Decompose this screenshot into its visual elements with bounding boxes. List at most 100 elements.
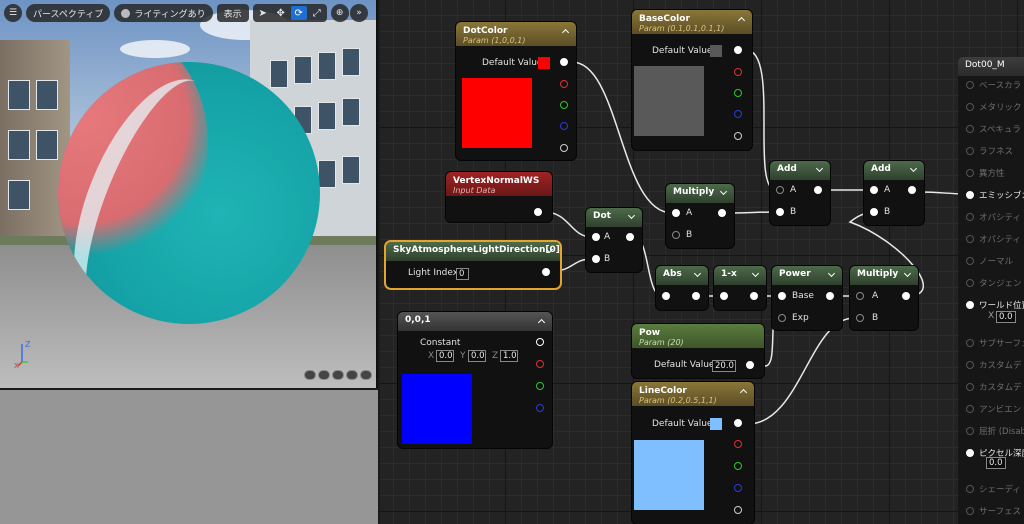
output-pin[interactable] [718, 209, 726, 217]
expand-chevron-icon[interactable] [752, 271, 760, 279]
world-local-button[interactable]: ⊕ [330, 4, 349, 22]
expand-chevron-icon[interactable] [904, 271, 912, 279]
default-value-swatch[interactable] [710, 418, 722, 430]
node-skyatmospherelightdirection[interactable]: SkyAtmosphereLightDirection[0] Light Ind… [386, 242, 560, 288]
result-input-pin[interactable] [966, 427, 974, 435]
output-pin-a[interactable] [734, 506, 742, 514]
input-pin-a[interactable] [672, 209, 680, 217]
node-constant3vector[interactable]: 0,0,1 Constant X 0.0 Y 0.0 Z 1.0 [398, 312, 552, 448]
input-pin-b[interactable] [856, 314, 864, 322]
output-pin[interactable] [626, 233, 634, 241]
node-constant-header[interactable]: 0,0,1 [398, 312, 552, 331]
output-pin[interactable] [534, 208, 542, 216]
node-power[interactable]: Power Base Exp [772, 266, 842, 330]
move-icon[interactable]: ✥ [273, 6, 289, 20]
node-linecolor-header[interactable]: LineColor Param (0.2,0.5,1,1) [632, 382, 754, 406]
node-result-header[interactable]: Dot00_M [958, 57, 1024, 76]
node-add-1[interactable]: Add A B [770, 161, 830, 225]
result-pin-row[interactable]: オパシティ [966, 211, 1021, 223]
node-basecolor[interactable]: BaseColor Param (0.1,0.1,0.1,1) Default … [632, 10, 752, 150]
cylinder-mesh-icon[interactable] [304, 370, 316, 380]
output-pin-g[interactable] [536, 382, 544, 390]
result-pin-row[interactable]: カスタムデ [966, 359, 1022, 371]
result-pin-row[interactable]: シェーディ [966, 483, 1021, 495]
result-pin-row[interactable]: オパシティ [966, 233, 1021, 245]
node-power-header[interactable]: Power [772, 266, 842, 285]
input-pin-base[interactable] [778, 292, 786, 300]
output-pin-g[interactable] [734, 89, 742, 97]
output-pin-rgba[interactable] [734, 419, 742, 427]
lighting-button[interactable]: ライティングあり [114, 4, 213, 22]
result-input-pin[interactable] [966, 147, 974, 155]
result-input-pin[interactable] [966, 339, 974, 347]
output-pin[interactable] [542, 268, 550, 276]
sphere-mesh-icon[interactable] [318, 370, 330, 380]
result-input-pin[interactable] [966, 405, 974, 413]
output-pin-r[interactable] [536, 360, 544, 368]
output-pin-rgba[interactable] [734, 46, 742, 54]
node-basecolor-header[interactable]: BaseColor Param (0.1,0.1,0.1,1) [632, 10, 752, 34]
node-pow-param[interactable]: Pow Param (20) Default Value 20.0 [632, 324, 764, 378]
result-input-pin[interactable] [966, 507, 974, 515]
node-vertexnormalws[interactable]: VertexNormalWS Input Data [446, 172, 552, 222]
world-position-x-input[interactable]: 0.0 [996, 311, 1016, 323]
material-graph[interactable]: DotColor Param (1,0,0,1) Default Value B… [380, 0, 1024, 524]
expand-chevron-icon[interactable] [816, 166, 824, 174]
result-input-pin[interactable] [966, 125, 974, 133]
node-material-result[interactable]: Dot00_M ベースカラメタリックスペキュララフネス異方性エミッシブカオパシテ… [958, 57, 1024, 524]
expand-chevron-icon[interactable] [546, 247, 554, 255]
output-pin-b[interactable] [560, 122, 568, 130]
output-pin[interactable] [750, 292, 758, 300]
output-pin-r[interactable] [734, 68, 742, 76]
show-button[interactable]: 表示 [216, 4, 249, 22]
input-pin-b[interactable] [776, 208, 784, 216]
result-pin-row[interactable]: ワールド位置 [966, 299, 1024, 311]
result-input-pin[interactable] [966, 213, 974, 221]
y-value-input[interactable]: 0.0 [468, 350, 486, 362]
default-value-swatch[interactable] [538, 57, 550, 69]
teapot-mesh-icon[interactable] [360, 370, 372, 380]
result-pin-row[interactable]: エミッシブカ [966, 189, 1024, 201]
expand-chevron-icon[interactable] [910, 166, 918, 174]
output-pin-rgba[interactable] [560, 58, 568, 66]
result-input-pin[interactable] [966, 383, 974, 391]
output-pin[interactable] [908, 186, 916, 194]
node-add-2[interactable]: Add A B [864, 161, 924, 225]
output-pin-r[interactable] [734, 440, 742, 448]
output-pin[interactable] [826, 292, 834, 300]
node-abs[interactable]: Abs [656, 266, 708, 310]
result-input-pin[interactable] [966, 169, 974, 177]
input-pin-a[interactable] [870, 186, 878, 194]
node-linecolor[interactable]: LineColor Param (0.2,0.5,1,1) Default Va… [632, 382, 754, 524]
output-pin-b[interactable] [734, 110, 742, 118]
result-pin-row[interactable]: メタリック [966, 101, 1022, 113]
collapse-chevron-icon[interactable] [740, 387, 748, 395]
light-index-input[interactable]: 0 [456, 268, 469, 280]
collapse-chevron-icon[interactable] [738, 15, 746, 23]
result-input-pin[interactable] [966, 191, 974, 199]
node-dot-header[interactable]: Dot [586, 208, 642, 227]
input-pin-a[interactable] [856, 292, 864, 300]
node-pow-header[interactable]: Pow Param (20) [632, 324, 764, 348]
z-value-input[interactable]: 1.0 [500, 350, 518, 362]
node-one-minus[interactable]: 1-x [714, 266, 766, 310]
node-one-minus-header[interactable]: 1-x [714, 266, 766, 285]
input-pin[interactable] [662, 292, 670, 300]
result-pin-row[interactable]: ベースカラ [966, 79, 1021, 91]
result-pin-row[interactable]: カスタムデ [966, 381, 1022, 393]
output-pin-b[interactable] [734, 484, 742, 492]
output-pin-a[interactable] [560, 144, 568, 152]
result-pin-row[interactable]: スペキュラ [966, 123, 1021, 135]
output-pin-b[interactable] [536, 404, 544, 412]
result-input-pin[interactable] [966, 301, 974, 309]
output-pin[interactable] [746, 361, 754, 369]
result-pin-row[interactable]: 異方性 [966, 167, 1005, 179]
output-pin[interactable] [814, 186, 822, 194]
output-pin-r[interactable] [560, 80, 568, 88]
node-dotcolor[interactable]: DotColor Param (1,0,0,1) Default Value [456, 22, 576, 160]
collapse-chevron-icon[interactable] [538, 317, 546, 325]
result-input-pin[interactable] [966, 485, 974, 493]
scale-icon[interactable]: ⤢ [309, 6, 325, 20]
node-multiply-2-header[interactable]: Multiply [850, 266, 918, 285]
result-pin-row[interactable]: サブサーフェ [966, 337, 1024, 349]
